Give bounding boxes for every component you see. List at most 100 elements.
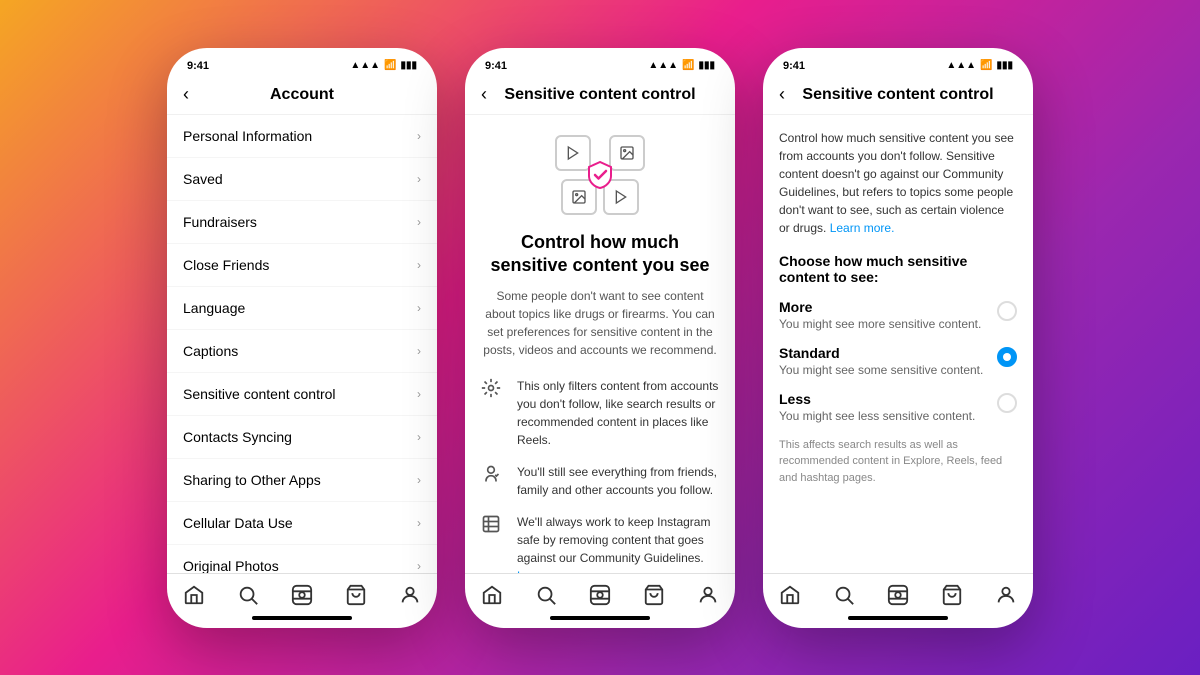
radio-circle-less[interactable] [997,393,1017,413]
settings-footer-note: This affects search results as well as r… [779,437,1017,487]
battery-icon-3: ▮▮▮ [996,60,1013,71]
menu-item[interactable]: Sensitive content control › [167,373,437,416]
wifi-icon-2: 📶 [682,60,694,71]
tab-reels-1[interactable] [291,584,313,606]
tab-bar-2 [465,573,735,612]
chevron-icon: › [417,129,421,143]
menu-item[interactable]: Saved › [167,158,437,201]
radio-option-standard[interactable]: Standard You might see some sensitive co… [779,345,1017,377]
back-button-2[interactable]: ‹ [481,84,487,105]
back-button-1[interactable]: ‹ [183,84,189,105]
battery-icon: ▮▮▮ [400,60,417,71]
settings-content: Control how much sensitive content you s… [763,115,1033,501]
menu-item-label: Original Photos [183,558,279,573]
phone-3: 9:41 ▲▲▲ 📶 ▮▮▮ ‹ Sensitive content contr… [763,48,1033,628]
icon-cluster [555,135,645,215]
menu-list-1: Personal Information›Saved›Fundraisers›C… [167,115,437,573]
chevron-icon: › [417,473,421,487]
status-icons-3: ▲▲▲ 📶 ▮▮▮ [946,60,1013,71]
feature-text-2: You'll still see everything from friends… [517,463,719,499]
phone-1: 9:41 ▲▲▲ 📶 ▮▮▮ ‹ Account Personal Inform… [167,48,437,628]
menu-item[interactable]: Captions › [167,330,437,373]
tab-home-3[interactable] [779,584,801,606]
settings-description: Control how much sensitive content you s… [779,129,1017,237]
nav-header-1: ‹ Account [167,80,437,115]
tab-bar-1 [167,573,437,612]
signal-icon-3: ▲▲▲ [946,60,976,71]
chevron-icon: › [417,344,421,358]
tab-profile-2[interactable] [697,584,719,606]
tab-shop-3[interactable] [941,584,963,606]
tab-reels-3[interactable] [887,584,909,606]
menu-item-label: Captions [183,343,238,359]
chevron-icon: › [417,215,421,229]
tab-search-3[interactable] [833,584,855,606]
menu-item[interactable]: Contacts Syncing› [167,416,437,459]
tab-home-2[interactable] [481,584,503,606]
radio-circle-more[interactable] [997,301,1017,321]
tab-shop-1[interactable] [345,584,367,606]
menu-item-label: Fundraisers [183,214,257,230]
tab-home-1[interactable] [183,584,205,606]
wifi-icon: 📶 [384,60,396,71]
menu-item-label: Personal Information [183,128,312,144]
feature-text-3: We'll always work to keep Instagram safe… [517,513,719,572]
menu-item-label: Language [183,300,245,316]
content-3: Control how much sensitive content you s… [763,115,1033,573]
chevron-icon: › [417,387,421,401]
menu-item-label: Contacts Syncing [183,429,292,445]
tab-bar-3 [763,573,1033,612]
back-button-3[interactable]: ‹ [779,84,785,105]
person-icon [481,464,505,484]
radio-label-standard: Standard [779,345,983,361]
signal-icon: ▲▲▲ [350,60,380,71]
menu-item-label: Sharing to Other Apps [183,472,321,488]
radio-sublabel-more: You might see more sensitive content. [779,317,981,331]
phone-2: 9:41 ▲▲▲ 📶 ▮▮▮ ‹ Sensitive content contr… [465,48,735,628]
menu-item-label: Sensitive content control [183,386,336,402]
tab-profile-3[interactable] [995,584,1017,606]
status-icons-2: ▲▲▲ 📶 ▮▮▮ [648,60,715,71]
menu-item[interactable]: Original Photos › [167,545,437,573]
radio-option-more[interactable]: More You might see more sensitive conten… [779,299,1017,331]
content-2: Control how much sensitive content you s… [465,115,735,573]
section-title: Choose how much sensitive content to see… [779,253,1017,285]
status-bar-1: 9:41 ▲▲▲ 📶 ▮▮▮ [167,48,437,80]
menu-item[interactable]: Sharing to Other Apps › [167,459,437,502]
signal-icon-2: ▲▲▲ [648,60,678,71]
radio-option-less[interactable]: Less You might see less sensitive conten… [779,391,1017,423]
learn-more-link-settings[interactable]: Learn more. [830,221,895,235]
sensitive-intro-desc: Some people don't want to see content ab… [481,287,719,359]
nav-header-2: ‹ Sensitive content control [465,80,735,115]
feature-row-2: You'll still see everything from friends… [481,463,719,499]
menu-item-label: Close Friends [183,257,269,273]
chevron-icon: › [417,559,421,573]
tab-search-1[interactable] [237,584,259,606]
tab-reels-2[interactable] [589,584,611,606]
page-title-3: Sensitive content control [802,86,993,104]
tab-search-2[interactable] [535,584,557,606]
shield-overlay-icon [585,160,615,190]
nav-header-3: ‹ Sensitive content control [763,80,1033,115]
home-indicator-2 [465,612,735,628]
chevron-icon: › [417,301,421,315]
chevron-icon: › [417,172,421,186]
menu-item[interactable]: Language › [167,287,437,330]
time-2: 9:41 [485,60,507,72]
home-indicator-1 [167,612,437,628]
menu-item-label: Cellular Data Use [183,515,293,531]
sensitive-intro-title: Control how much sensitive content you s… [481,231,719,278]
chevron-icon: › [417,516,421,530]
menu-item[interactable]: Cellular Data Use › [167,502,437,545]
radio-circle-standard[interactable] [997,347,1017,367]
tab-shop-2[interactable] [643,584,665,606]
menu-item-label: Saved [183,171,223,187]
filter-icon [481,378,505,398]
menu-item[interactable]: Close Friends› [167,244,437,287]
menu-item[interactable]: Fundraisers › [167,201,437,244]
home-indicator-3 [763,612,1033,628]
status-bar-2: 9:41 ▲▲▲ 📶 ▮▮▮ [465,48,735,80]
status-icons-1: ▲▲▲ 📶 ▮▮▮ [350,60,417,71]
menu-item[interactable]: Personal Information › [167,115,437,158]
tab-profile-1[interactable] [399,584,421,606]
